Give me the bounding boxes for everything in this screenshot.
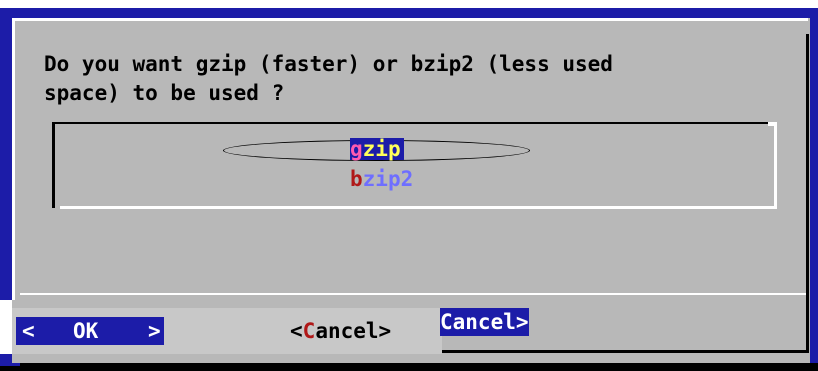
list-item-gzip[interactable]: gzip (350, 138, 404, 160)
compression-list-box (52, 122, 778, 210)
ok-right-bracket: > (148, 319, 161, 343)
bzip2-hotkey: b (350, 167, 363, 191)
list-border-corner (768, 122, 774, 126)
cancel-button-highlighted[interactable]: Cancel> (440, 308, 529, 336)
dialog-border-top (12, 18, 808, 21)
button-area-divider (20, 293, 806, 295)
list-border-left (52, 122, 55, 208)
cancel-button[interactable]: <Cancel> (290, 317, 391, 345)
terminal-background-left (0, 8, 12, 300)
terminal-screen: Do you want gzip (faster) or bzip2 (less… (0, 0, 818, 371)
dialog-border-left (12, 18, 15, 300)
terminal-background-top (0, 8, 818, 18)
terminal-background-bottom (0, 363, 818, 371)
ok-button[interactable]: < OK > (16, 317, 164, 345)
dialog-question: Do you want gzip (faster) or bzip2 (less… (44, 50, 794, 108)
cancel-left-bracket: < (290, 319, 303, 343)
ok-label: OK (73, 319, 99, 343)
gzip-label: zip (362, 137, 401, 161)
cancel-right-bracket: > (378, 319, 392, 343)
gzip-hotkey: g (350, 137, 363, 161)
list-border-bottom (60, 206, 777, 209)
list-item-bzip2[interactable]: bzip2 (350, 168, 413, 190)
cancel-label: ancel (315, 319, 379, 343)
dialog-border-right (806, 34, 809, 352)
cancel-hotkey: C (302, 319, 316, 343)
question-line-1: Do you want gzip (faster) or bzip2 (less… (44, 52, 613, 76)
question-line-2: space) to be used ? (44, 81, 285, 105)
ok-left-bracket: < (22, 319, 35, 343)
list-border-top (52, 122, 772, 124)
list-border-right (774, 122, 777, 208)
bzip2-label: zip2 (362, 167, 414, 191)
terminal-background-right (810, 8, 818, 363)
